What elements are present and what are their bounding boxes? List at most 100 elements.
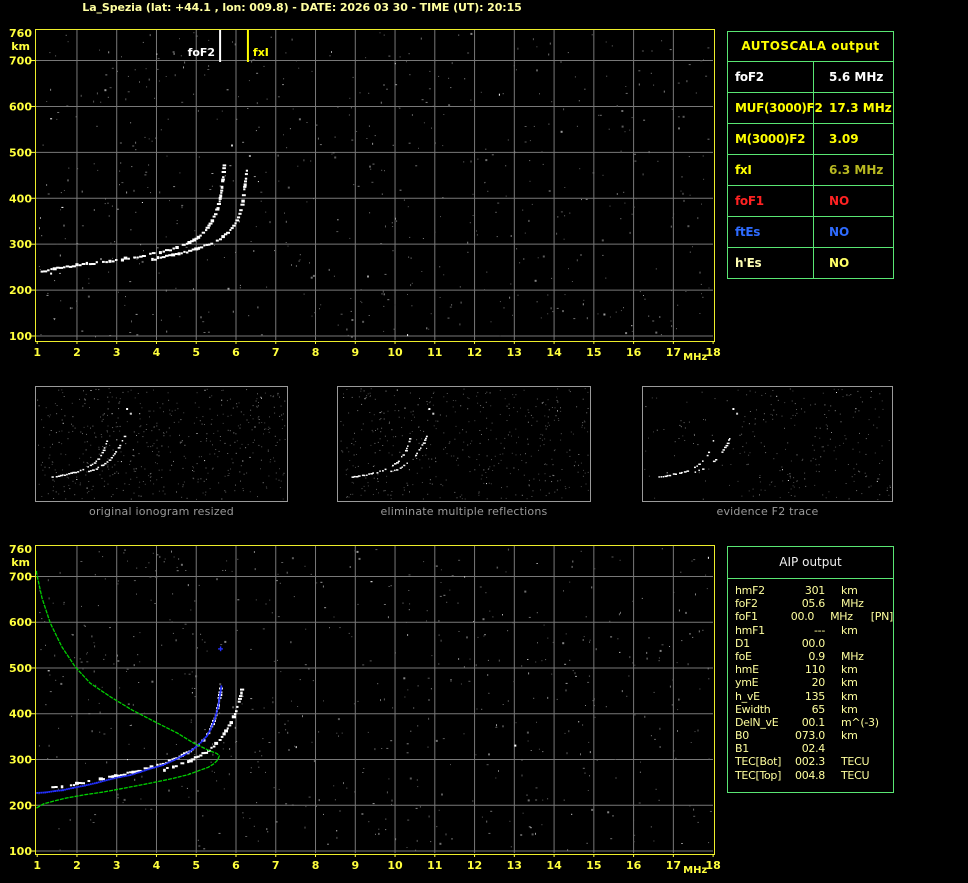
thumbnail-border [337, 386, 591, 502]
grid-lines [36, 30, 713, 340]
svg-text:12: 12 [467, 859, 482, 872]
parameter-value: 0.9 [808, 649, 825, 663]
svg-text:8: 8 [312, 346, 320, 359]
svg-text:16: 16 [626, 346, 642, 359]
aip-row: Ewidth 65 km [735, 703, 893, 716]
svg-text:100: 100 [9, 845, 32, 858]
parameter-unit: km [841, 729, 858, 743]
autoscala-output-table: AUTOSCALA output foF2 5.6 MHz MUF(3000)F2 1… [727, 31, 894, 279]
svg-text:600: 600 [9, 616, 32, 629]
parameter-value: 00.0 [801, 636, 826, 650]
parameter-name: h'Es [728, 248, 814, 278]
parameter-name: D1 [735, 636, 750, 650]
svg-text:14: 14 [546, 859, 562, 872]
parameter-name: foF2 [735, 597, 758, 611]
aip-row: D1 00.0 [735, 637, 893, 650]
svg-text:4: 4 [153, 859, 161, 872]
ionogram-plot-top: 1 2 3 4 5 6 7 8 9 10 11 12 13 14 15 16 17 18MHz7607006005… [9, 27, 721, 363]
svg-text:18: 18 [705, 346, 720, 359]
plot-border [35, 29, 715, 342]
parameter-unit: km [841, 689, 858, 703]
svg-text:600: 600 [9, 100, 32, 113]
parameter-name: foE [735, 649, 752, 663]
aip-table-header: AIP output [728, 547, 893, 579]
parameter-unit: km [841, 702, 858, 716]
parameter-value: 002.3 [795, 755, 825, 769]
parameter-name: h_vE [735, 689, 760, 703]
svg-text:200: 200 [9, 284, 32, 297]
svg-text:700: 700 [9, 55, 32, 68]
parameter-name: fxI [728, 155, 814, 185]
autoscala-row: foF2 5.6 MHz [728, 62, 893, 93]
aip-row: foF2 05.6 MHz [735, 597, 893, 610]
svg-text:7: 7 [272, 346, 280, 359]
noise-speckle [38, 32, 710, 338]
parameter-value: 00.1 [801, 715, 826, 729]
stray-point [218, 646, 223, 652]
aip-row: foE 0.9 MHz [735, 650, 893, 663]
parameter-unit: km [841, 623, 858, 637]
parameter-value: NO [829, 194, 850, 208]
svg-text:300: 300 [9, 238, 32, 251]
thumbnail-noise [644, 388, 891, 500]
svg-text:3: 3 [113, 346, 121, 359]
parameter-name: foF2 [728, 62, 814, 92]
autoscala-window: La_Spezia (lat: +44.1 , lon: 009.8) - DA… [0, 0, 968, 883]
thumbnail-noise [340, 388, 589, 500]
parameter-name: M(3000)F2 [728, 124, 814, 154]
parameter-name: B1 [735, 742, 749, 756]
autoscala-table-header: AUTOSCALA output [728, 32, 893, 62]
autoscala-row: h'Es NO [728, 248, 893, 278]
svg-text:2: 2 [73, 859, 81, 872]
svg-text:9: 9 [351, 346, 359, 359]
thumbnail-original-ionogram [35, 386, 288, 502]
svg-text:760: 760 [9, 543, 32, 556]
svg-text:700: 700 [9, 570, 32, 583]
parameter-value: 3.09 [829, 132, 859, 146]
aip-row: B0 073.0 km [735, 729, 893, 742]
parameter-name: hmF1 [735, 623, 765, 637]
thumbnail-evidence-f2-trace [642, 386, 893, 502]
thumbnail-border [642, 386, 893, 502]
svg-text:9: 9 [351, 859, 359, 872]
svg-text:1: 1 [33, 346, 41, 359]
svg-text:13: 13 [507, 346, 522, 359]
svg-text:3: 3 [113, 859, 121, 872]
parameter-value: 110 [804, 663, 825, 677]
svg-text:17: 17 [666, 859, 681, 872]
parameter-name: hmE [735, 663, 759, 677]
parameter-name: B0 [735, 729, 749, 743]
svg-text:400: 400 [9, 708, 32, 721]
thumbnail-border [35, 386, 288, 502]
svg-text:15: 15 [586, 346, 601, 359]
parameter-name: hmF2 [735, 584, 765, 597]
autoscala-row: MUF(3000)F2 17.3 MHz [728, 93, 893, 124]
stray-point [231, 144, 233, 147]
svg-text:8: 8 [312, 859, 320, 872]
thumbnail-eliminate-reflections [337, 386, 591, 502]
svg-text:100: 100 [9, 330, 32, 343]
svg-text:4: 4 [153, 346, 161, 359]
parameter-value: --- [813, 623, 825, 637]
svg-text:16: 16 [626, 859, 642, 872]
thumbnail-trace [51, 435, 127, 478]
aip-row: TEC[Top] 004.8 TECU [735, 769, 893, 782]
parameter-name: foF1 [728, 186, 814, 216]
parameter-value: 073.0 [795, 729, 825, 743]
svg-text:500: 500 [9, 146, 32, 159]
parameter-unit [841, 637, 885, 650]
aip-row: ymE 20 km [735, 676, 893, 689]
parameter-name: Ewidth [735, 702, 771, 716]
marker-fof2: foF2 [188, 30, 222, 62]
parameter-name: DelN_vE [735, 715, 779, 729]
parameter-name: TEC[Bot] [735, 755, 782, 769]
aip-row: hmF2 301 km [735, 584, 893, 597]
parameter-value: 05.6 [801, 597, 826, 611]
aip-table-rows: hmF2 301 km foF2 05.6 MHz foF1 00.0 MHz [PN] hmF1 -… [728, 579, 893, 782]
parameter-unit: MHz [841, 649, 864, 663]
svg-text:12: 12 [467, 346, 482, 359]
svg-text:MHz: MHz [683, 865, 707, 876]
parameter-unit: MHz [830, 610, 853, 624]
parameter-name: TEC[Top] [735, 768, 782, 782]
aip-row: h_vE 135 km [735, 690, 893, 703]
